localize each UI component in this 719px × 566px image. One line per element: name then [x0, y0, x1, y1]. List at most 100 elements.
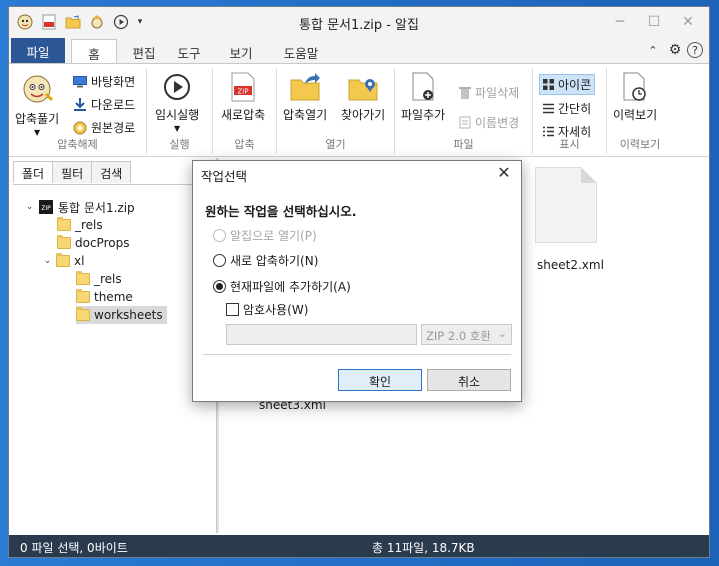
tab-file[interactable]: 파일	[11, 38, 65, 63]
extract-to-original-button[interactable]: 원본경로	[73, 119, 135, 136]
delete-file-button[interactable]: 파일삭제	[459, 84, 519, 101]
radio-new-compress[interactable]: 새로 압축하기(N)	[213, 252, 318, 269]
total-files-status: 총 11파일, 18.7KB	[372, 541, 475, 555]
use-password-checkbox-row[interactable]: 암호사용(W)	[226, 301, 308, 318]
tab-filter[interactable]: 필터	[52, 161, 93, 183]
extract-to-downloads-button[interactable]: 다운로드	[73, 96, 135, 113]
tree-node-root[interactable]: ⌄ ZIP 통합 문서1.zip	[25, 198, 135, 216]
add-file-icon	[412, 72, 434, 101]
zip-compat-select[interactable]: ZIP 2.0 호환 ⌄	[421, 324, 512, 345]
radio-label: 새로 압축하기(N)	[230, 254, 319, 268]
ribbon-group-label: 표시	[559, 138, 580, 151]
view-icons-button[interactable]: 아이콘	[539, 74, 596, 95]
collapse-chevron-icon[interactable]: ⌄	[43, 256, 52, 266]
radio-label: 현재파일에 추가하기(A)	[230, 280, 351, 294]
downloads-label: 다운로드	[91, 98, 136, 112]
ribbon: 압축풀기 ▼ 바탕화면 다운로드 원본경로 압축해제 임시실행 ▼ 실행 ZIP…	[9, 63, 709, 157]
folder-tree: ⌄ ZIP 통합 문서1.zip _rels docProps ⌄ xl _re…	[13, 184, 213, 530]
tab-edit[interactable]: 편집	[119, 39, 169, 63]
rename-icon	[459, 116, 471, 129]
cancel-button[interactable]: 취소	[427, 369, 511, 391]
extract-button[interactable]: 압축풀기 ▼	[15, 72, 59, 137]
folder-icon	[57, 217, 71, 231]
collapse-chevron-icon[interactable]: ⌄	[25, 202, 34, 212]
tree-node-xl-rels[interactable]: _rels	[76, 270, 122, 288]
tree-label: _rels	[94, 272, 122, 286]
tree-node-docprops[interactable]: docProps	[57, 234, 129, 252]
ribbon-group-view: 아이콘 간단히 자세히 표시	[533, 68, 607, 154]
folder-icon	[56, 253, 70, 267]
grid-icon	[543, 79, 554, 90]
ribbon-group-file: 파일추가 파일삭제 이름변경 파일	[395, 68, 533, 154]
tree-label: _rels	[75, 218, 103, 232]
original-label: 원본경로	[91, 121, 136, 135]
go-to-location-label: 찾아가기	[341, 108, 386, 122]
view-simple-button[interactable]: 간단히	[543, 100, 591, 117]
svg-text:ZIP: ZIP	[238, 88, 249, 96]
new-compress-button[interactable]: ZIP 새로압축	[221, 72, 265, 123]
radio-add-to-current[interactable]: 현재파일에 추가하기(A)	[213, 278, 351, 295]
maximize-button[interactable]: ☐	[637, 11, 671, 33]
tree-node-theme[interactable]: theme	[76, 288, 133, 306]
help-icon[interactable]: ?	[687, 42, 703, 58]
go-to-location-button[interactable]: 찾아가기	[341, 72, 385, 123]
file-icon-sheet2[interactable]	[535, 167, 597, 243]
ribbon-group-label: 이력보기	[619, 138, 661, 151]
ribbon-group-run: 임시실행 ▼ 실행	[147, 68, 213, 154]
tree-label: worksheets	[94, 308, 163, 322]
original-path-icon	[73, 121, 87, 134]
tab-help[interactable]: 도움말	[273, 39, 329, 63]
view-simple-label: 간단히	[558, 102, 592, 116]
play-circle-icon	[164, 74, 191, 100]
ok-button[interactable]: 확인	[338, 369, 422, 391]
file-name-sheet2[interactable]: sheet2.xml	[537, 258, 604, 272]
ribbon-group-label: 압축해제	[57, 138, 98, 151]
tree-node-rels[interactable]: _rels	[57, 216, 103, 234]
desktop-label: 바탕화면	[91, 75, 136, 89]
folder-icon	[76, 307, 90, 321]
temp-run-label: 임시실행	[155, 108, 200, 122]
collapse-ribbon-icon[interactable]: ⌃	[645, 42, 661, 58]
temp-run-button[interactable]: 임시실행 ▼	[155, 72, 199, 133]
folder-panel: 폴더 필터 검색 ⌄ ZIP 통합 문서1.zip _rels docProps…	[9, 158, 217, 533]
rename-button[interactable]: 이름변경	[459, 114, 519, 131]
radio-button[interactable]	[213, 280, 226, 293]
ribbon-group-compress: ZIP 새로압축 압축	[213, 68, 277, 154]
tree-label: xl	[74, 254, 85, 268]
add-file-button[interactable]: 파일추가	[401, 72, 445, 123]
history-button[interactable]: 이력보기	[613, 72, 657, 123]
radio-open-with-alzip[interactable]: 알집으로 열기(P)	[213, 227, 317, 244]
tree-node-worksheets[interactable]: worksheets	[76, 306, 167, 324]
open-archive-button[interactable]: 압축열기	[283, 72, 327, 123]
tree-label: theme	[94, 290, 133, 304]
history-clock-icon	[623, 72, 646, 101]
settings-gear-icon[interactable]: ⚙	[667, 42, 683, 58]
zip-archive-icon: ZIP	[39, 200, 53, 214]
use-password-checkbox[interactable]	[226, 303, 239, 316]
tab-search[interactable]: 검색	[91, 161, 132, 183]
folder-icon	[57, 235, 71, 249]
tab-view[interactable]: 보기	[223, 39, 259, 63]
tab-tools[interactable]: 도구	[169, 39, 209, 63]
zip-compat-value: ZIP 2.0 호환	[426, 329, 491, 343]
ribbon-group-label: 실행	[169, 138, 190, 151]
password-input[interactable]	[226, 324, 417, 345]
radio-button[interactable]	[213, 254, 226, 267]
radio-button[interactable]	[213, 229, 226, 242]
tab-home[interactable]: 홈	[71, 39, 117, 64]
rename-label: 이름변경	[475, 116, 520, 130]
extract-label: 압축풀기	[15, 112, 60, 126]
tree-node-xl[interactable]: ⌄ xl	[43, 252, 84, 270]
close-button[interactable]: ✕	[671, 11, 705, 33]
open-archive-folder-icon	[290, 73, 321, 101]
ribbon-group-history: 이력보기 이력보기	[607, 68, 673, 154]
tree-label: docProps	[75, 236, 130, 250]
dialog-prompt: 원하는 작업을 선택하십시오.	[205, 204, 357, 219]
temp-run-dropdown-arrow-icon[interactable]: ▼	[174, 124, 180, 133]
dialog-close-icon[interactable]: ✕	[495, 163, 513, 182]
tab-folders[interactable]: 폴더	[13, 161, 54, 183]
minimize-button[interactable]: ─	[603, 11, 637, 33]
add-file-label: 파일추가	[401, 108, 446, 122]
ribbon-group-label: 파일	[453, 138, 474, 151]
extract-to-desktop-button[interactable]: 바탕화면	[73, 73, 135, 90]
